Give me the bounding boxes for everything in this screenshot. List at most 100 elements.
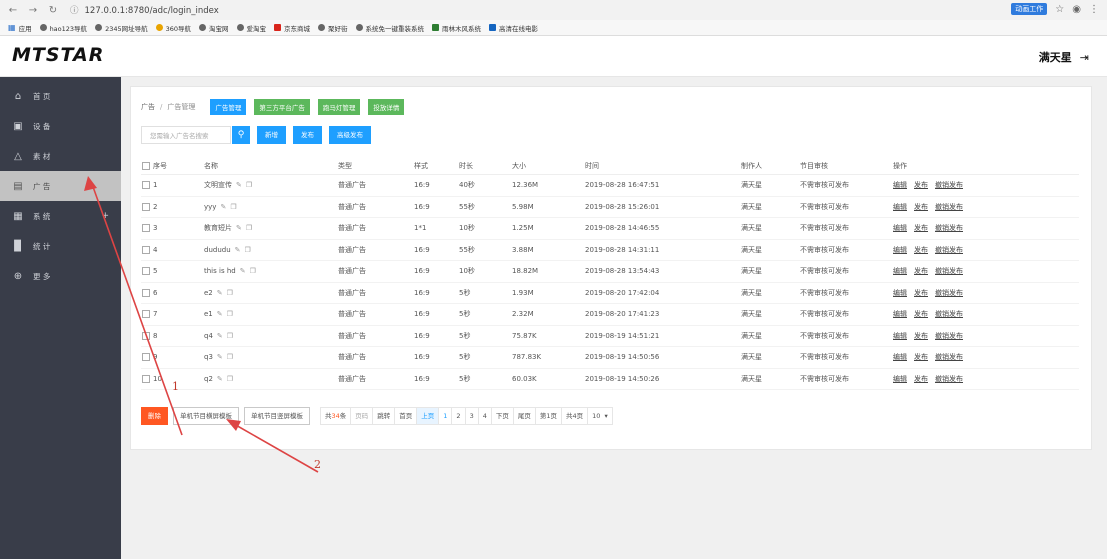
revoke-publish-link[interactable]: 撤销发布 <box>935 267 963 275</box>
search-button[interactable]: ⚲ <box>232 126 250 144</box>
row-checkbox[interactable] <box>142 288 150 297</box>
bookmark-item[interactable]: 2345网址导航 <box>95 23 148 33</box>
address-bar[interactable]: ⓘ 127.0.0.1:8780/adc/login_index <box>70 4 219 16</box>
copy-icon[interactable]: ❐ <box>227 353 233 361</box>
copy-icon[interactable]: ❐ <box>227 310 233 318</box>
publish-link[interactable]: 发布 <box>914 203 928 211</box>
row-checkbox[interactable] <box>142 181 150 190</box>
edit-link[interactable]: 编辑 <box>893 267 907 275</box>
pager-page[interactable]: 1 <box>438 407 453 425</box>
edit-icon[interactable]: ✎ <box>217 332 223 340</box>
copy-icon[interactable]: ❐ <box>227 375 233 383</box>
back-icon[interactable]: ← <box>6 5 20 16</box>
sidebar-item-ad[interactable]: ▤ 广 告 <box>0 171 121 201</box>
publish-link[interactable]: 发布 <box>914 353 928 361</box>
select-all-checkbox[interactable] <box>142 161 150 170</box>
row-checkbox[interactable] <box>142 353 150 362</box>
bookmark-item[interactable]: 应用 <box>19 23 32 33</box>
revoke-publish-link[interactable]: 撤销发布 <box>935 181 963 189</box>
expand-icon[interactable]: + <box>101 211 109 221</box>
revoke-publish-link[interactable]: 撤销发布 <box>935 332 963 340</box>
sidebar-item-device[interactable]: ▣ 设 备 <box>0 111 121 141</box>
copy-icon[interactable]: ❐ <box>227 332 233 340</box>
pager-last[interactable]: 尾页 <box>512 407 536 425</box>
row-checkbox[interactable] <box>142 202 150 211</box>
bookmark-item[interactable]: 聚好街 <box>318 23 348 33</box>
edit-link[interactable]: 编辑 <box>893 353 907 361</box>
edit-icon[interactable]: ✎ <box>236 181 242 189</box>
edit-icon[interactable]: ✎ <box>236 224 242 232</box>
revoke-publish-link[interactable]: 撤销发布 <box>935 353 963 361</box>
sidebar-item-material[interactable]: △ 素 材 <box>0 141 121 171</box>
row-checkbox[interactable] <box>142 331 150 340</box>
edit-icon[interactable]: ✎ <box>240 267 246 275</box>
edit-link[interactable]: 编辑 <box>893 203 907 211</box>
revoke-publish-link[interactable]: 撤销发布 <box>935 203 963 211</box>
publish-link[interactable]: 发布 <box>914 224 928 232</box>
copy-icon[interactable]: ❐ <box>250 267 256 275</box>
bookmark-item[interactable]: 爱淘宝 <box>236 23 266 33</box>
delete-button[interactable]: 删除 <box>141 407 168 425</box>
tab-marquee-management[interactable]: 跑马灯管理 <box>317 99 361 115</box>
menu-icon[interactable]: ⋮ <box>1089 4 1099 15</box>
copy-icon[interactable]: ❐ <box>227 289 233 297</box>
sidebar-item-more[interactable]: ⊕ 更 多 <box>0 261 121 291</box>
star-icon[interactable]: ☆ <box>1055 4 1064 15</box>
pager-next[interactable]: 下页 <box>490 407 514 425</box>
edit-link[interactable]: 编辑 <box>893 310 907 318</box>
user-name[interactable]: 满天星 <box>1039 49 1072 65</box>
search-input[interactable]: 您需输入广告名搜索 <box>141 126 231 144</box>
page-size-select[interactable]: 10 ▾ <box>587 407 613 425</box>
publish-link[interactable]: 发布 <box>914 289 928 297</box>
bookmark-item[interactable]: 淘宝网 <box>199 23 229 33</box>
sidebar-item-home[interactable]: ⌂ 首 页 <box>0 81 121 111</box>
publish-link[interactable]: 发布 <box>914 246 928 254</box>
row-checkbox[interactable] <box>142 374 150 383</box>
bookmark-item[interactable]: 京东商城 <box>274 23 310 33</box>
pager-first[interactable]: 首页 <box>394 407 418 425</box>
tab-delivery-details[interactable]: 投放详情 <box>368 99 405 115</box>
copy-icon[interactable]: ❐ <box>246 181 252 189</box>
row-checkbox[interactable] <box>142 245 150 254</box>
revoke-publish-link[interactable]: 撤销发布 <box>935 224 963 232</box>
apps-icon[interactable]: ▦ <box>8 23 16 32</box>
advanced-publish-button[interactable]: 高级发布 <box>329 126 371 144</box>
user-menu[interactable]: 满天星 ⇥ <box>1039 49 1089 65</box>
reload-icon[interactable]: ↻ <box>46 5 60 16</box>
publish-button[interactable]: 发布 <box>293 126 322 144</box>
sidebar-item-system[interactable]: ▦ 系 统 + <box>0 201 121 231</box>
bookmark-item[interactable]: 雨林木风系统 <box>432 23 481 33</box>
add-button[interactable]: 新增 <box>257 126 286 144</box>
edit-icon[interactable]: ✎ <box>217 289 223 297</box>
sidebar-item-stats[interactable]: ▉ 统 计 <box>0 231 121 261</box>
publish-link[interactable]: 发布 <box>914 267 928 275</box>
edit-icon[interactable]: ✎ <box>235 246 241 254</box>
row-checkbox[interactable] <box>142 224 150 233</box>
pager-jump[interactable]: 跳转 <box>372 407 396 425</box>
bookmark-item[interactable]: 高清在线电影 <box>489 23 538 33</box>
pager-prev[interactable]: 上页 <box>416 407 440 425</box>
edit-link[interactable]: 编辑 <box>893 181 907 189</box>
edit-link[interactable]: 编辑 <box>893 246 907 254</box>
edit-link[interactable]: 编辑 <box>893 375 907 383</box>
bookmark-item[interactable]: 系统免一键重装系统 <box>355 23 424 33</box>
pager-page[interactable]: 2 <box>451 407 466 425</box>
bookmark-item[interactable]: hao123导航 <box>39 23 87 33</box>
revoke-publish-link[interactable]: 撤销发布 <box>935 246 963 254</box>
copy-icon[interactable]: ❐ <box>230 203 236 211</box>
tab-ad-management[interactable]: 广告管理 <box>210 99 247 115</box>
edit-icon[interactable]: ✎ <box>217 375 223 383</box>
edit-icon[interactable]: ✎ <box>217 310 223 318</box>
extension-badge[interactable]: 动画工作 <box>1011 3 1048 15</box>
bookmark-item[interactable]: 360导航 <box>155 23 191 33</box>
publish-link[interactable]: 发布 <box>914 310 928 318</box>
copy-icon[interactable]: ❐ <box>246 224 252 232</box>
app-logo[interactable]: MTSTAR <box>12 44 104 66</box>
pager-page[interactable]: 3 <box>464 407 479 425</box>
profile-icon[interactable]: ◉ <box>1072 4 1081 15</box>
copy-icon[interactable]: ❐ <box>245 246 251 254</box>
edit-link[interactable]: 编辑 <box>893 224 907 232</box>
landscape-template-button[interactable]: 单机节目横屏模板 <box>173 407 239 425</box>
revoke-publish-link[interactable]: 撤销发布 <box>935 310 963 318</box>
edit-link[interactable]: 编辑 <box>893 332 907 340</box>
